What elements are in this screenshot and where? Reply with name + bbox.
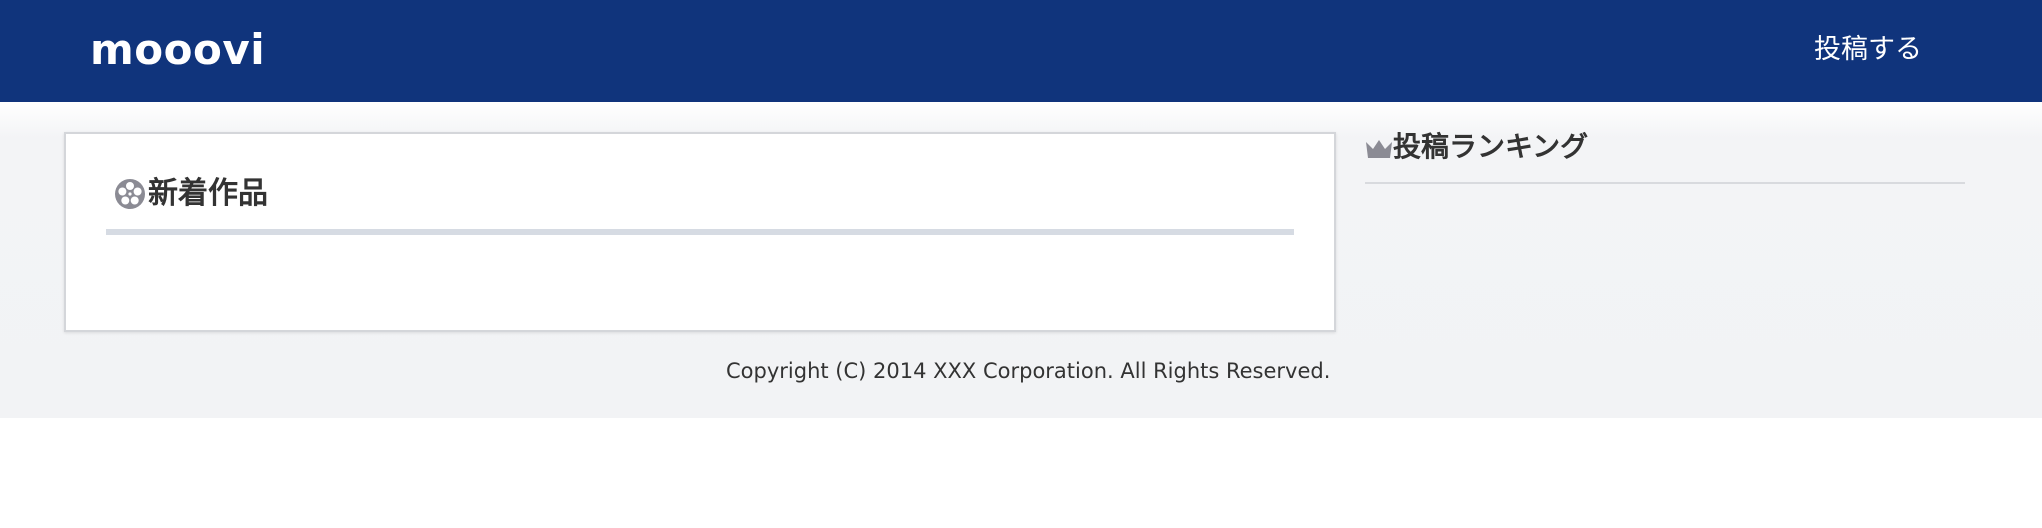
- crown-icon: [1366, 140, 1392, 158]
- copyright-text: Copyright (C) 2014 XXX Corporation. All …: [726, 359, 1331, 383]
- film-reel-icon: [115, 179, 145, 209]
- ranking-heading: 投稿ランキング: [1365, 126, 1965, 168]
- ranking-title: 投稿ランキング: [1393, 130, 1589, 163]
- new-works-title: 新着作品: [148, 176, 268, 211]
- top-navbar: mooovi 投稿する: [0, 0, 2042, 102]
- brand-logo-link[interactable]: mooovi: [90, 24, 265, 76]
- page-content: 新着作品 Copyright (C) 2014 XXX Corporation.…: [0, 102, 2042, 418]
- post-link[interactable]: 投稿する: [1814, 30, 1922, 70]
- heading-divider: [106, 229, 1294, 235]
- ranking-sidebar: 投稿ランキング: [1365, 126, 1965, 186]
- new-works-heading: 新着作品: [114, 174, 268, 214]
- ranking-divider: [1365, 182, 1965, 184]
- new-works-panel: 新着作品: [64, 132, 1336, 332]
